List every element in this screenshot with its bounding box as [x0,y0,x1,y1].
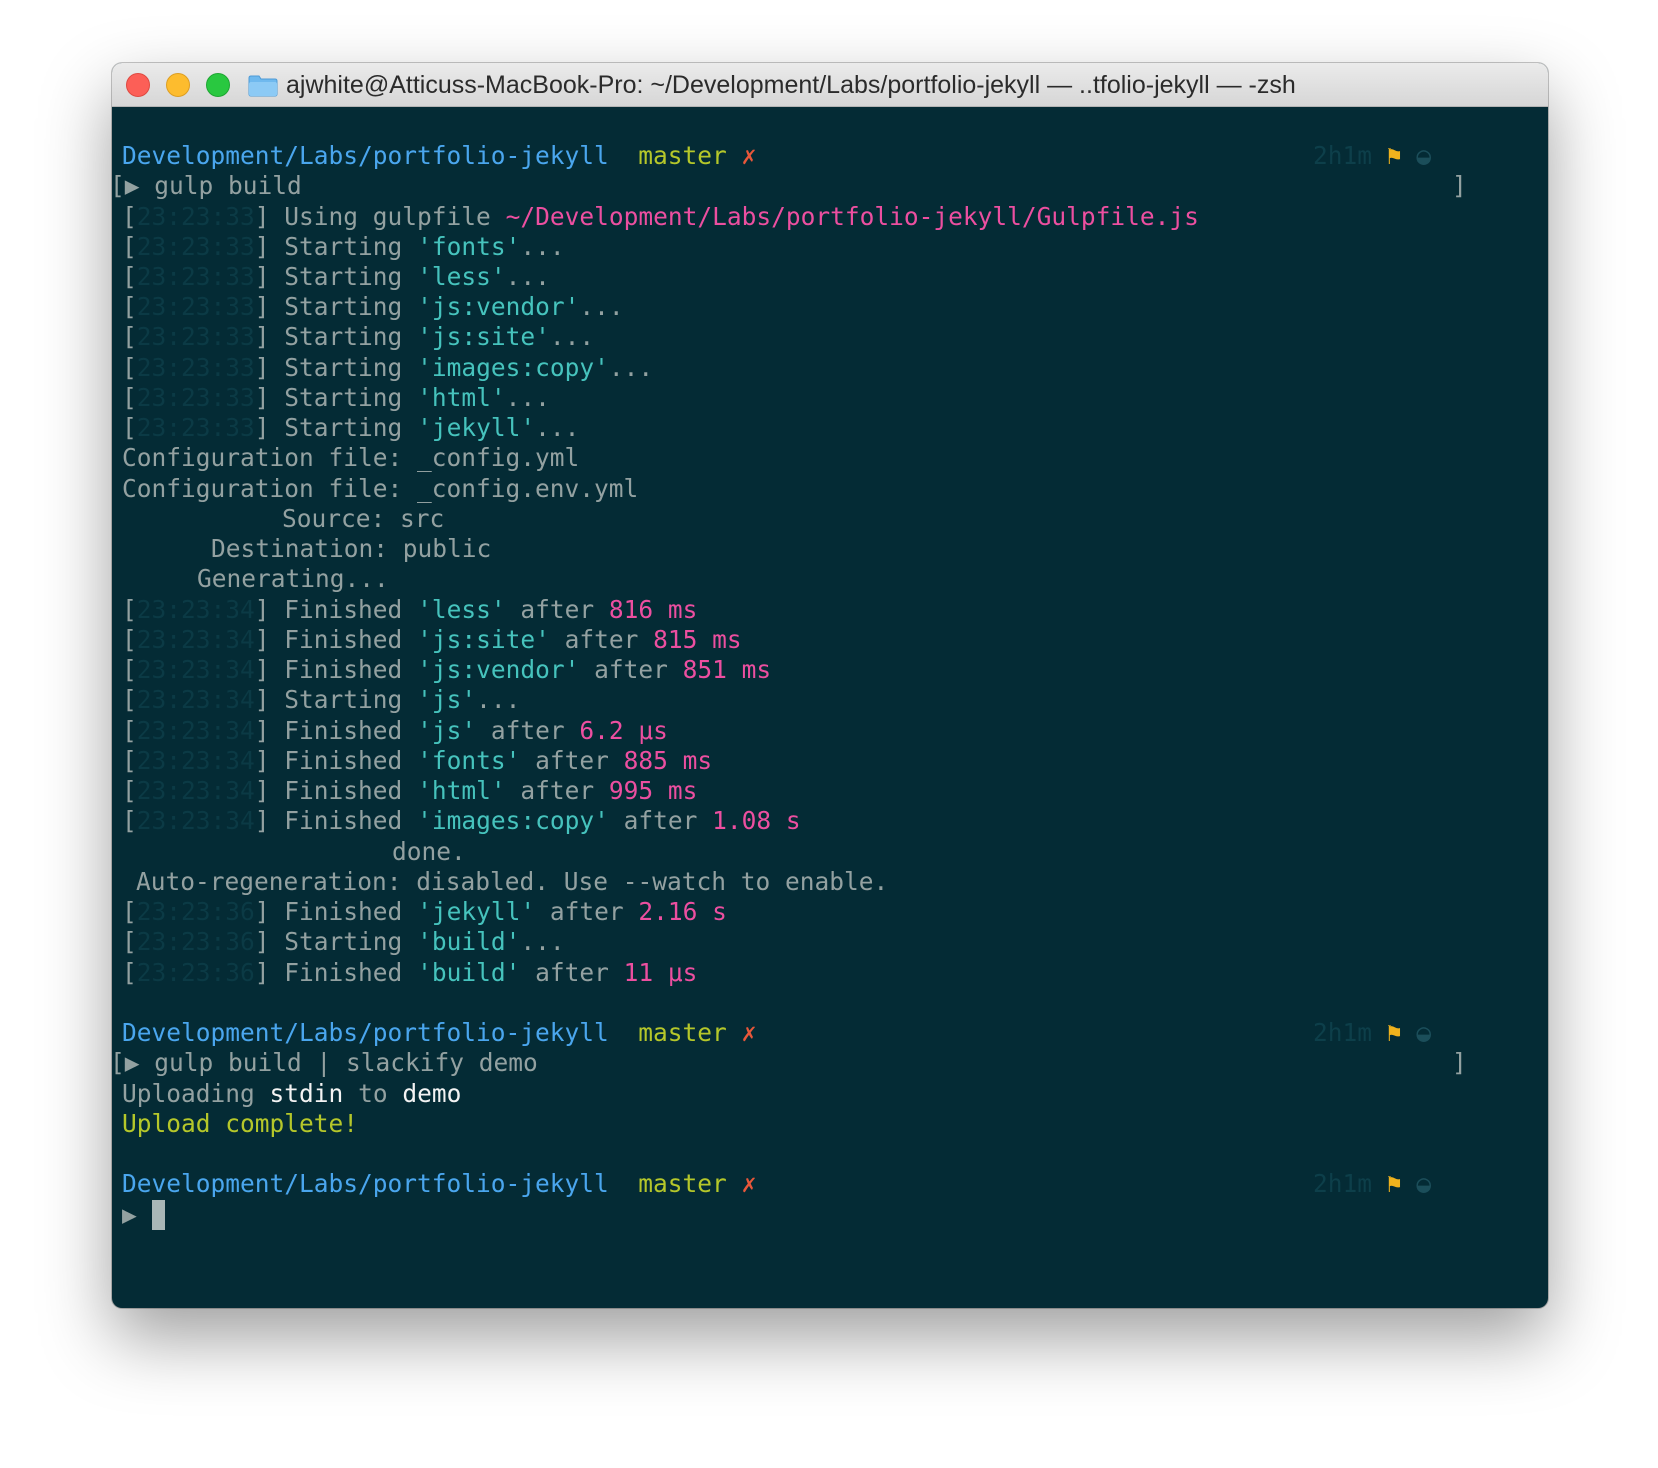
text-cursor[interactable] [151,1200,165,1230]
flag-icon: ⚑ [1386,1169,1402,1198]
command-line: [▶ gulp build] [112,171,1467,200]
log-line: Uploading stdin to demo [122,1079,462,1108]
dirty-icon: ✗ [741,1018,757,1047]
folder-icon [248,75,278,97]
dirty-icon: ✗ [741,1169,757,1198]
prompt-arrow-icon: ▶ [124,171,140,200]
log-line: Auto-regeneration: disabled. Use --watch… [136,867,889,896]
gulpfile-path: ~/Development/Labs/portfolio-jekyll/Gulp… [505,202,1199,231]
elapsed-time: 2h1m [1313,141,1373,170]
status-icon: ◒ [1416,1169,1432,1198]
command-text: gulp build | slackify demo [154,1048,538,1077]
log-line: Configuration file: _config.env.yml [122,474,639,503]
log-line: [23:23:34] Finished 'images:copy' after … [122,806,801,835]
upload-complete-message: Upload complete! [122,1109,359,1138]
prompt-line: Development/Labs/portfolio-jekyll master… [122,1169,1432,1198]
close-button[interactable] [126,73,150,97]
flag-icon: ⚑ [1386,1018,1402,1047]
status-icon: ◒ [1416,1018,1432,1047]
prompt-branch: master [638,141,727,170]
prompt-arrow-icon: ▶ [124,1048,140,1077]
log-line: [23:23:33] Starting 'less'... [122,262,550,291]
log-line: [23:23:34] Finished 'less' after 816 ms [122,595,698,624]
log-line: [23:23:33] Starting 'js:vendor'... [122,292,624,321]
flag-icon: ⚑ [1386,141,1402,170]
command-text: gulp build [154,171,302,200]
status-icon: ◒ [1416,141,1432,170]
command-line: [▶ gulp build | slackify demo] [112,1048,1467,1077]
log-line: [23:23:36] Starting 'build'... [122,927,565,956]
log-line: Generating... [197,564,389,593]
log-line: [23:23:36] Finished 'build' after 11 μs [122,958,698,987]
log-line: [23:23:33] Starting 'js:site'... [122,322,595,351]
log-line: Configuration file: _config.yml [122,443,580,472]
log-line: Destination: public [211,534,492,563]
log-line: [23:23:33] Starting 'jekyll'... [122,413,580,442]
terminal-window[interactable]: ajwhite@Atticuss-MacBook-Pro: ~/Developm… [112,63,1548,1308]
log-line: [23:23:33] Starting 'images:copy'... [122,353,654,382]
log-line: [23:23:36] Finished 'jekyll' after 2.16 … [122,897,727,926]
log-line: [23:23:33] Using gulpfile ~/Development/… [122,202,1199,231]
log-line: [23:23:33] Starting 'html'... [122,383,550,412]
input-line[interactable]: ▶ [122,1199,1548,1231]
log-line: Source: src [282,504,445,533]
window-title: ajwhite@Atticuss-MacBook-Pro: ~/Developm… [286,71,1296,99]
log-line: done. [392,837,466,866]
log-line: [23:23:34] Starting 'js'... [122,685,521,714]
log-line: [23:23:34] Finished 'js:vendor' after 85… [122,655,772,684]
title-bar[interactable]: ajwhite@Atticuss-MacBook-Pro: ~/Developm… [112,63,1548,107]
zoom-button[interactable] [206,73,230,97]
log-line: [23:23:34] Finished 'html' after 995 ms [122,776,698,805]
prompt-dir: Development/Labs/portfolio-jekyll [122,141,609,170]
minimize-button[interactable] [166,73,190,97]
log-line: [23:23:34] Finished 'js:site' after 815 … [122,625,742,654]
terminal-output[interactable]: Development/Labs/portfolio-jekyll master… [112,107,1548,1308]
prompt-line: Development/Labs/portfolio-jekyll master… [122,140,1548,172]
log-line: [23:23:33] Starting 'fonts'... [122,232,565,261]
log-line: [23:23:34] Finished 'fonts' after 885 ms [122,746,713,775]
log-line: [23:23:34] Finished 'js' after 6.2 μs [122,716,668,745]
prompt-line: Development/Labs/portfolio-jekyll master… [122,1018,1432,1047]
dirty-icon: ✗ [741,141,757,170]
prompt-arrow-icon: ▶ [122,1200,137,1229]
